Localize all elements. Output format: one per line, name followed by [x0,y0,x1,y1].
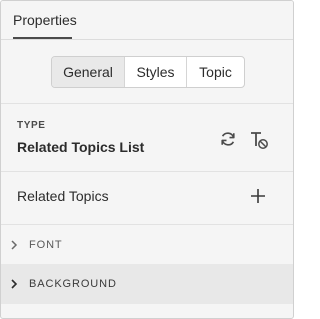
clear-format-icon[interactable] [248,129,270,151]
type-label: TYPE [17,120,46,131]
plus-icon[interactable] [248,186,268,206]
properties-panel: Properties General Styles Topic TYPE Rel… [0,0,294,319]
segment-general[interactable]: General [52,57,125,87]
header-divider [1,39,293,40]
divider [1,171,293,172]
section-font-label: FONT [29,239,63,251]
type-value: Related Topics List [17,139,145,155]
section-background[interactable]: BACKGROUND [1,264,293,304]
segment-styles[interactable]: Styles [125,57,187,87]
segmented-control: General Styles Topic [51,56,245,88]
refresh-icon[interactable] [217,128,239,150]
tab-properties[interactable]: Properties [13,12,77,29]
section-background-label: BACKGROUND [29,278,117,290]
chevron-right-icon [9,279,19,289]
related-topics-label: Related Topics [17,188,109,204]
panel-header: Properties [1,1,293,42]
section-font[interactable]: FONT [1,225,293,265]
divider [1,103,293,104]
segment-topic[interactable]: Topic [187,57,244,87]
chevron-right-icon [9,240,19,250]
